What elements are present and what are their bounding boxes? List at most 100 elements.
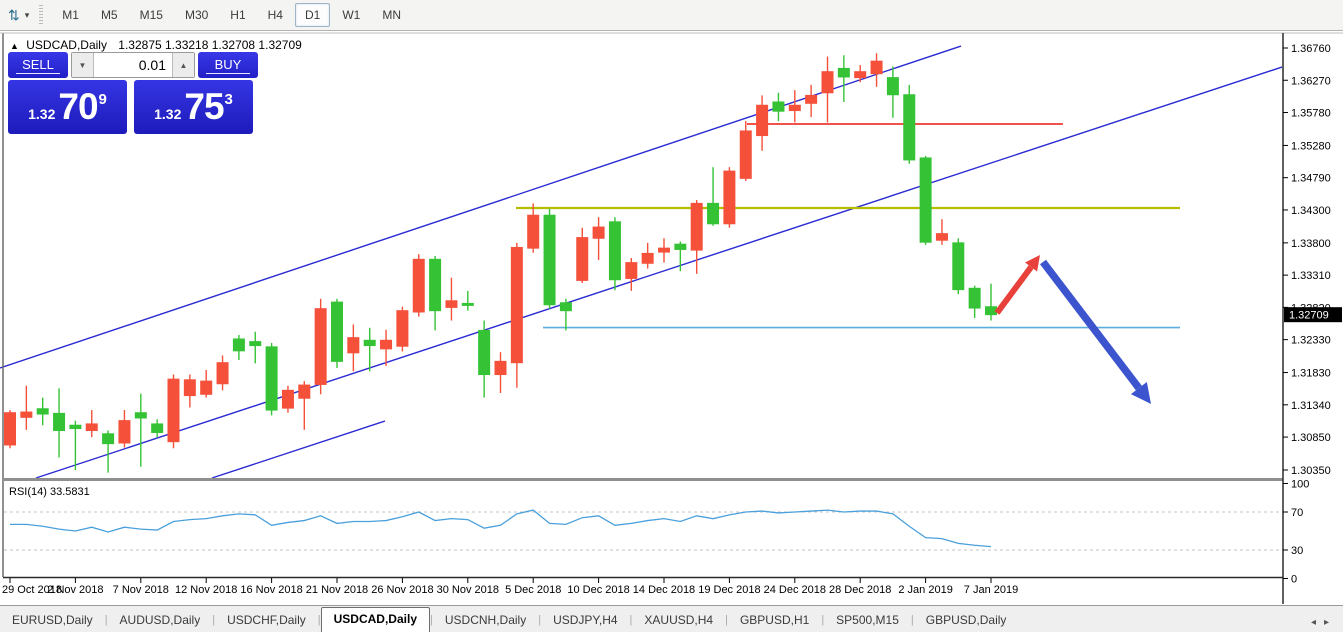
candle-body xyxy=(54,413,65,430)
candle-48 xyxy=(789,90,800,122)
timeframe-button-h4[interactable]: H4 xyxy=(258,3,293,27)
chart-tab-xauusd[interactable]: XAUUSD,H4 xyxy=(632,609,725,632)
projection-down-blue[interactable] xyxy=(1043,262,1151,404)
timeframe-button-m1[interactable]: M1 xyxy=(52,3,89,27)
tabs-scroll-left-icon[interactable]: ◂ xyxy=(1307,617,1320,628)
candle-31 xyxy=(511,243,522,388)
collapse-triangle-icon[interactable]: ▲ xyxy=(10,41,19,51)
candle-body xyxy=(691,203,702,250)
timeframe-button-mn[interactable]: MN xyxy=(372,3,411,27)
candle-body xyxy=(642,253,653,263)
candle-body xyxy=(86,424,97,431)
candle-33 xyxy=(544,209,555,309)
price-tick-label: 1.32330 xyxy=(1291,335,1331,347)
candle-53 xyxy=(871,53,882,87)
candle-30 xyxy=(495,352,506,393)
candle-body xyxy=(544,215,555,305)
candle-body xyxy=(626,263,637,279)
time-tick-label: 16 Nov 2018 xyxy=(240,584,302,596)
price-axis[interactable]: 1.367601.362701.357801.352801.347901.343… xyxy=(1283,43,1331,477)
candle-body xyxy=(560,303,571,311)
volume-increase-button[interactable]: ▲ xyxy=(172,53,194,77)
chart-tab-audusd[interactable]: AUDUSD,Daily xyxy=(108,609,213,632)
candle-55 xyxy=(904,85,915,164)
mt4-window: { "toolbar": { "tool_icon_glyph": "⇅", "… xyxy=(0,0,1343,632)
candle-body xyxy=(413,259,424,312)
candle-body xyxy=(479,330,490,374)
candle-body xyxy=(217,363,228,384)
sell-price-big: 70 xyxy=(58,86,97,128)
projection-up-red[interactable] xyxy=(997,255,1040,313)
candle-body xyxy=(37,409,48,414)
chart-tab-usdjpy[interactable]: USDJPY,H4 xyxy=(541,609,629,632)
candle-39 xyxy=(642,243,653,269)
time-tick-label: 26 Nov 2018 xyxy=(371,584,433,596)
candle-body xyxy=(152,424,163,433)
chart-tab-usdcad[interactable]: USDCAD,Daily xyxy=(321,607,430,632)
order-arrows-icon[interactable]: ⇅ xyxy=(6,5,22,26)
sell-underline xyxy=(16,73,60,74)
buy-button[interactable]: BUY xyxy=(198,52,258,78)
sell-price-pip: 9 xyxy=(99,91,107,108)
candle-14 xyxy=(233,335,244,360)
candle-body xyxy=(789,105,800,110)
time-axis[interactable]: 29 Oct 20182 Nov 20187 Nov 201812 Nov 20… xyxy=(2,578,1018,596)
rsi-tick-label: 30 xyxy=(1291,545,1303,557)
chart-tab-eurusd[interactable]: EURUSD,Daily xyxy=(0,609,105,632)
candle-21 xyxy=(348,324,359,371)
time-tick-label: 14 Dec 2018 xyxy=(633,584,695,596)
candle-23 xyxy=(381,330,392,366)
candle-0 xyxy=(5,410,16,448)
time-tick-label: 12 Nov 2018 xyxy=(175,584,237,596)
volume-input[interactable]: 0.01 xyxy=(94,53,172,77)
sell-button[interactable]: SELL xyxy=(8,52,68,78)
buy-quote-box[interactable]: 1.32 75 3 xyxy=(134,80,253,134)
trade-quotes-row: 1.32 70 9 1.32 75 3 xyxy=(8,80,258,134)
timeframe-button-m15[interactable]: M15 xyxy=(130,3,173,27)
candle-18 xyxy=(299,381,310,430)
candle-body xyxy=(511,247,522,362)
candle-51 xyxy=(838,55,849,102)
candle-body xyxy=(21,412,32,417)
chart-tab-gbpusd[interactable]: GBPUSD,Daily xyxy=(914,609,1019,632)
one-click-trade-panel: SELL ▼ 0.01 ▲ BUY 1.32 70 9 1.32 75 3 xyxy=(8,52,258,134)
time-tick-label: 28 Dec 2018 xyxy=(829,584,891,596)
chart-ohlc-values: 1.32875 1.33218 1.32708 1.32709 xyxy=(118,38,302,52)
candle-47 xyxy=(773,93,784,121)
time-tick-label: 30 Nov 2018 xyxy=(437,584,499,596)
volume-decrease-button[interactable]: ▼ xyxy=(72,53,94,77)
time-tick-label: 10 Dec 2018 xyxy=(567,584,629,596)
rsi-level-lines xyxy=(4,512,1283,550)
sell-quote-box[interactable]: 1.32 70 9 xyxy=(8,80,127,134)
candle-body xyxy=(822,72,833,93)
candle-body xyxy=(70,425,81,428)
candle-40 xyxy=(659,238,670,262)
candle-body xyxy=(659,248,670,252)
timeframe-button-h1[interactable]: H1 xyxy=(220,3,255,27)
timeframe-button-m30[interactable]: M30 xyxy=(175,3,218,27)
candle-body xyxy=(773,102,784,111)
chart-tab-sp500[interactable]: SP500,M15 xyxy=(824,609,911,632)
candle-7 xyxy=(119,410,130,448)
candle-body xyxy=(250,342,261,346)
toolbar-drag-handle[interactable] xyxy=(39,5,43,25)
buy-price-pip: 3 xyxy=(225,91,233,108)
chart-tab-usdcnh[interactable]: USDCNH,Daily xyxy=(433,609,538,632)
timeframe-button-w1[interactable]: W1 xyxy=(332,3,370,27)
channel-lower-short[interactable] xyxy=(212,421,385,478)
candle-49 xyxy=(806,85,817,117)
timeframe-button-d1[interactable]: D1 xyxy=(295,3,330,27)
chart-tab-gbpusd[interactable]: GBPUSD,H1 xyxy=(728,609,821,632)
candle-37 xyxy=(609,217,620,290)
candle-body xyxy=(871,61,882,74)
candle-body xyxy=(5,413,16,445)
candle-42 xyxy=(691,200,702,274)
candle-15 xyxy=(250,332,261,364)
chevron-down-icon[interactable]: ▾ xyxy=(25,10,30,21)
chart-tab-usdchf[interactable]: USDCHF,Daily xyxy=(215,609,318,632)
candle-body xyxy=(201,381,212,394)
tabs-scroll-right-icon[interactable]: ▸ xyxy=(1320,617,1333,628)
timeframe-button-m5[interactable]: M5 xyxy=(91,3,128,27)
rsi-axis[interactable]: 10070300 xyxy=(1283,479,1309,586)
candle-43 xyxy=(708,167,719,226)
